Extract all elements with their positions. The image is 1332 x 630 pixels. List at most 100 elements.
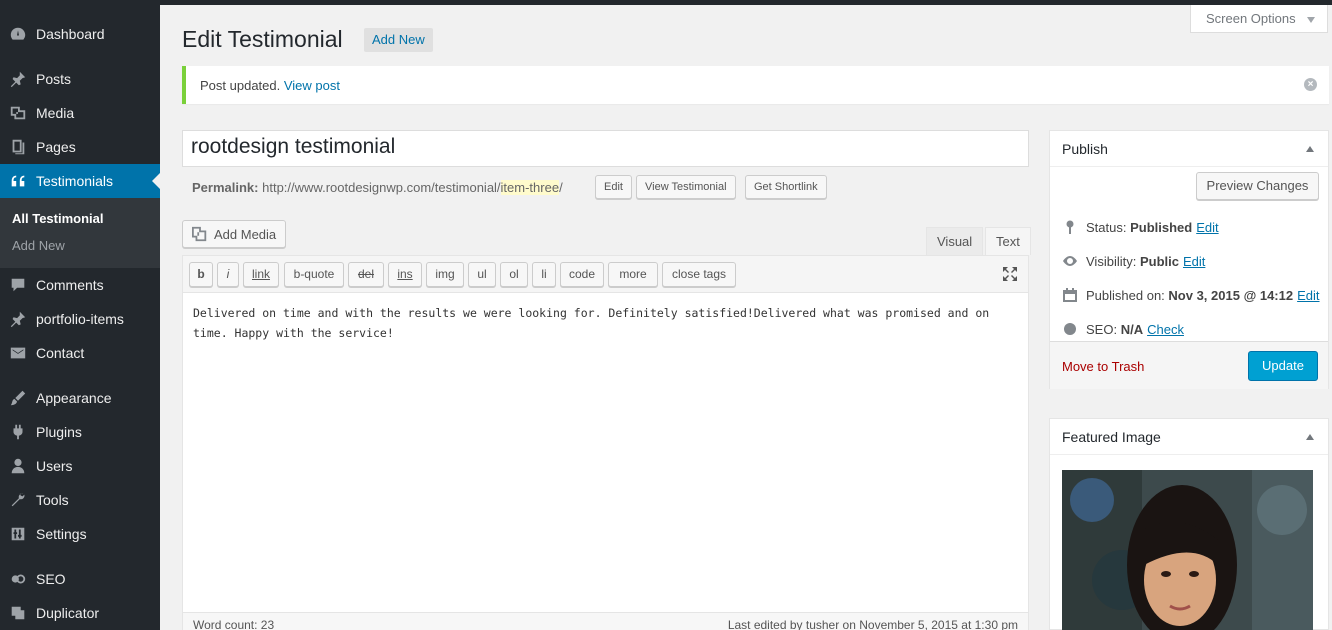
permalink-slug[interactable]: item-three — [500, 180, 560, 195]
add-media-label: Add Media — [214, 226, 277, 242]
dismiss-icon[interactable]: × — [1304, 78, 1317, 91]
tab-text[interactable]: Text — [985, 227, 1031, 255]
status-label: Status: — [1086, 219, 1127, 235]
sidebar-item-settings[interactable]: Settings — [0, 517, 160, 551]
update-button[interactable]: Update — [1248, 351, 1318, 381]
word-count: Word count: 23 — [193, 618, 275, 630]
view-testimonial-button[interactable]: View Testimonial — [636, 175, 736, 199]
qt-li-button[interactable]: li — [532, 262, 556, 287]
sidebar-item-media[interactable]: Media — [0, 96, 160, 130]
sidebar-item-portfolio-items[interactable]: portfolio-items — [0, 302, 160, 336]
qt-italic-button[interactable]: i — [217, 262, 239, 287]
collapse-arrow-icon[interactable] — [1306, 146, 1314, 152]
sidebar-item-users[interactable]: Users — [0, 449, 160, 483]
sidebar-item-pages[interactable]: Pages — [0, 130, 160, 164]
publish-box-header[interactable]: Publish — [1050, 131, 1328, 167]
featured-image[interactable] — [1062, 470, 1313, 630]
published-row: Published on: Nov 3, 2015 @ 14:12 Edit — [1060, 287, 1320, 303]
preview-changes-button[interactable]: Preview Changes — [1196, 172, 1319, 200]
user-icon — [0, 449, 36, 483]
qt-more-button[interactable]: more — [608, 262, 658, 287]
qt-ins-button[interactable]: ins — [388, 262, 422, 287]
status-row: Status: Published Edit — [1060, 219, 1219, 235]
qt-bquote-button[interactable]: b-quote — [284, 262, 344, 287]
sidebar-item-label: Duplicator — [36, 605, 100, 621]
sidebar-item-plugins[interactable]: Plugins — [0, 415, 160, 449]
brush-icon — [0, 381, 36, 415]
notice-text: Post updated. — [200, 78, 281, 93]
featured-image-photo — [1062, 470, 1313, 630]
comment-icon — [0, 268, 36, 302]
dashboard-icon — [0, 17, 36, 51]
published-label: Published on: — [1086, 287, 1165, 303]
qt-link-button[interactable]: link — [243, 262, 279, 287]
seo-value: N/A — [1120, 321, 1144, 337]
pages-icon — [0, 130, 36, 164]
qt-ol-button[interactable]: ol — [500, 262, 528, 287]
seo-check-link[interactable]: Check — [1147, 322, 1184, 337]
sidebar-item-label: Settings — [36, 526, 87, 542]
sidebar-item-label: portfolio-items — [36, 311, 124, 327]
page-title: Edit Testimonial — [182, 26, 343, 52]
sidebar-item-dashboard[interactable]: Dashboard — [0, 17, 160, 51]
submenu-all-testimonial[interactable]: All Testimonial — [12, 211, 104, 226]
sidebar-item-appearance[interactable]: Appearance — [0, 381, 160, 415]
qt-img-button[interactable]: img — [426, 262, 464, 287]
qt-bold-button[interactable]: b — [189, 262, 213, 287]
sidebar-item-testimonials[interactable]: Testimonials — [0, 164, 160, 198]
sidebar-item-contact[interactable]: Contact — [0, 336, 160, 370]
get-shortlink-button[interactable]: Get Shortlink — [745, 175, 827, 199]
plugin-icon — [0, 415, 36, 449]
mail-icon — [0, 336, 36, 370]
submenu-add-new[interactable]: Add New — [12, 238, 65, 253]
qt-close-tags-button[interactable]: close tags — [662, 262, 736, 287]
featured-image-title: Featured Image — [1062, 429, 1161, 445]
qt-del-button[interactable]: del — [348, 262, 384, 287]
sidebar-item-duplicator[interactable]: Duplicator — [0, 596, 160, 630]
visibility-value: Public — [1139, 253, 1179, 269]
sidebar-item-label: SEO — [36, 571, 66, 587]
permalink: Permalink: http://www.rootdesignwp.com/t… — [192, 180, 563, 195]
fullscreen-icon[interactable] — [1002, 266, 1018, 282]
screen-options-button[interactable]: Screen Options — [1190, 5, 1328, 33]
sidebar-item-label: Testimonials — [36, 173, 114, 189]
sidebar-item-posts[interactable]: Posts — [0, 62, 160, 96]
publish-actions: Move to Trash Update — [1050, 341, 1328, 389]
view-post-link[interactable]: View post — [284, 78, 340, 93]
permalink-trailing: / — [559, 180, 563, 195]
publish-box: Publish Preview Changes Status: Publishe… — [1049, 130, 1329, 389]
testimonials-submenu: All Testimonial Add New — [0, 198, 160, 268]
sidebar-item-label: Pages — [36, 139, 76, 155]
notice-message: Post updated. View post — [200, 78, 340, 93]
quicktags-toolbar: b i link b-quote del ins img ul ol li co… — [183, 256, 1028, 293]
seo-icon — [0, 562, 36, 596]
edit-visibility-link[interactable]: Edit — [1183, 254, 1205, 269]
sidebar-item-label: Users — [36, 458, 73, 474]
pin-icon — [1060, 219, 1080, 235]
tab-visual[interactable]: Visual — [926, 227, 984, 255]
admin-bar — [0, 0, 1332, 5]
sliders-icon — [0, 517, 36, 551]
edit-date-link[interactable]: Edit — [1297, 288, 1319, 303]
sidebar-item-tools[interactable]: Tools — [0, 483, 160, 517]
edit-status-link[interactable]: Edit — [1196, 220, 1218, 235]
seo-row: SEO: N/A Check — [1060, 321, 1184, 337]
add-media-icon — [192, 226, 207, 242]
add-new-button[interactable]: Add New — [364, 28, 433, 52]
move-to-trash-link[interactable]: Move to Trash — [1062, 359, 1144, 374]
sidebar-item-seo[interactable]: SEO — [0, 562, 160, 596]
add-media-button[interactable]: Add Media — [182, 220, 286, 248]
collapse-arrow-icon[interactable] — [1306, 434, 1314, 440]
calendar-icon — [1060, 287, 1080, 303]
post-title-input[interactable]: rootdesign testimonial — [182, 130, 1029, 167]
edit-permalink-button[interactable]: Edit — [595, 175, 632, 199]
publish-box-title: Publish — [1062, 141, 1108, 157]
qt-ul-button[interactable]: ul — [468, 262, 496, 287]
editor-content[interactable]: Delivered on time and with the results w… — [193, 303, 1013, 343]
qt-code-button[interactable]: code — [560, 262, 604, 287]
sidebar-item-label: Comments — [36, 277, 104, 293]
featured-image-header[interactable]: Featured Image — [1050, 419, 1328, 455]
post-editor: b i link b-quote del ins img ul ol li co… — [182, 255, 1029, 630]
seo-score-icon — [1060, 321, 1080, 337]
sidebar-item-comments[interactable]: Comments — [0, 268, 160, 302]
